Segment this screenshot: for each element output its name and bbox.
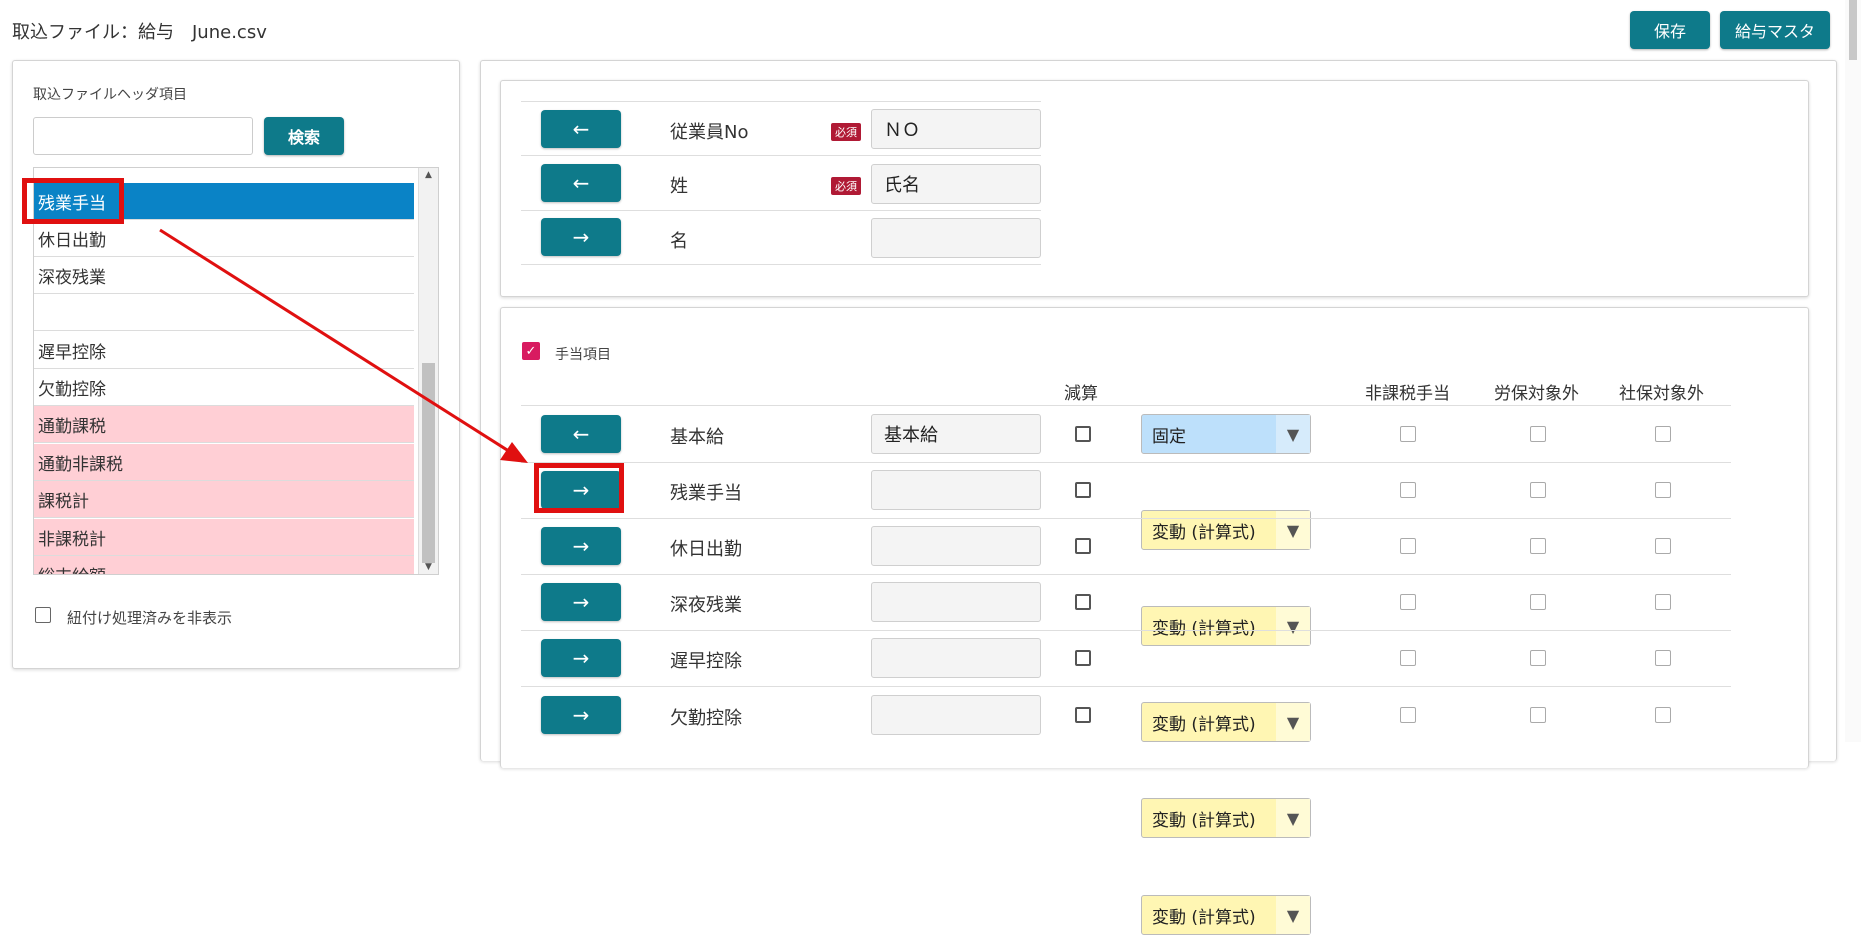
chevron-down-icon[interactable]: ▼ [1276, 799, 1310, 837]
type-select[interactable]: 変動 (計算式) ▼ [1141, 895, 1311, 935]
chevron-down-icon[interactable]: ▼ [1276, 896, 1310, 934]
type-select-value: 変動 (計算式) [1152, 810, 1256, 831]
type-select-value: 変動 (計算式) [1152, 907, 1256, 928]
drag-arrow-icon [159, 228, 528, 463]
type-select[interactable]: 変動 (計算式) ▼ [1141, 798, 1311, 838]
